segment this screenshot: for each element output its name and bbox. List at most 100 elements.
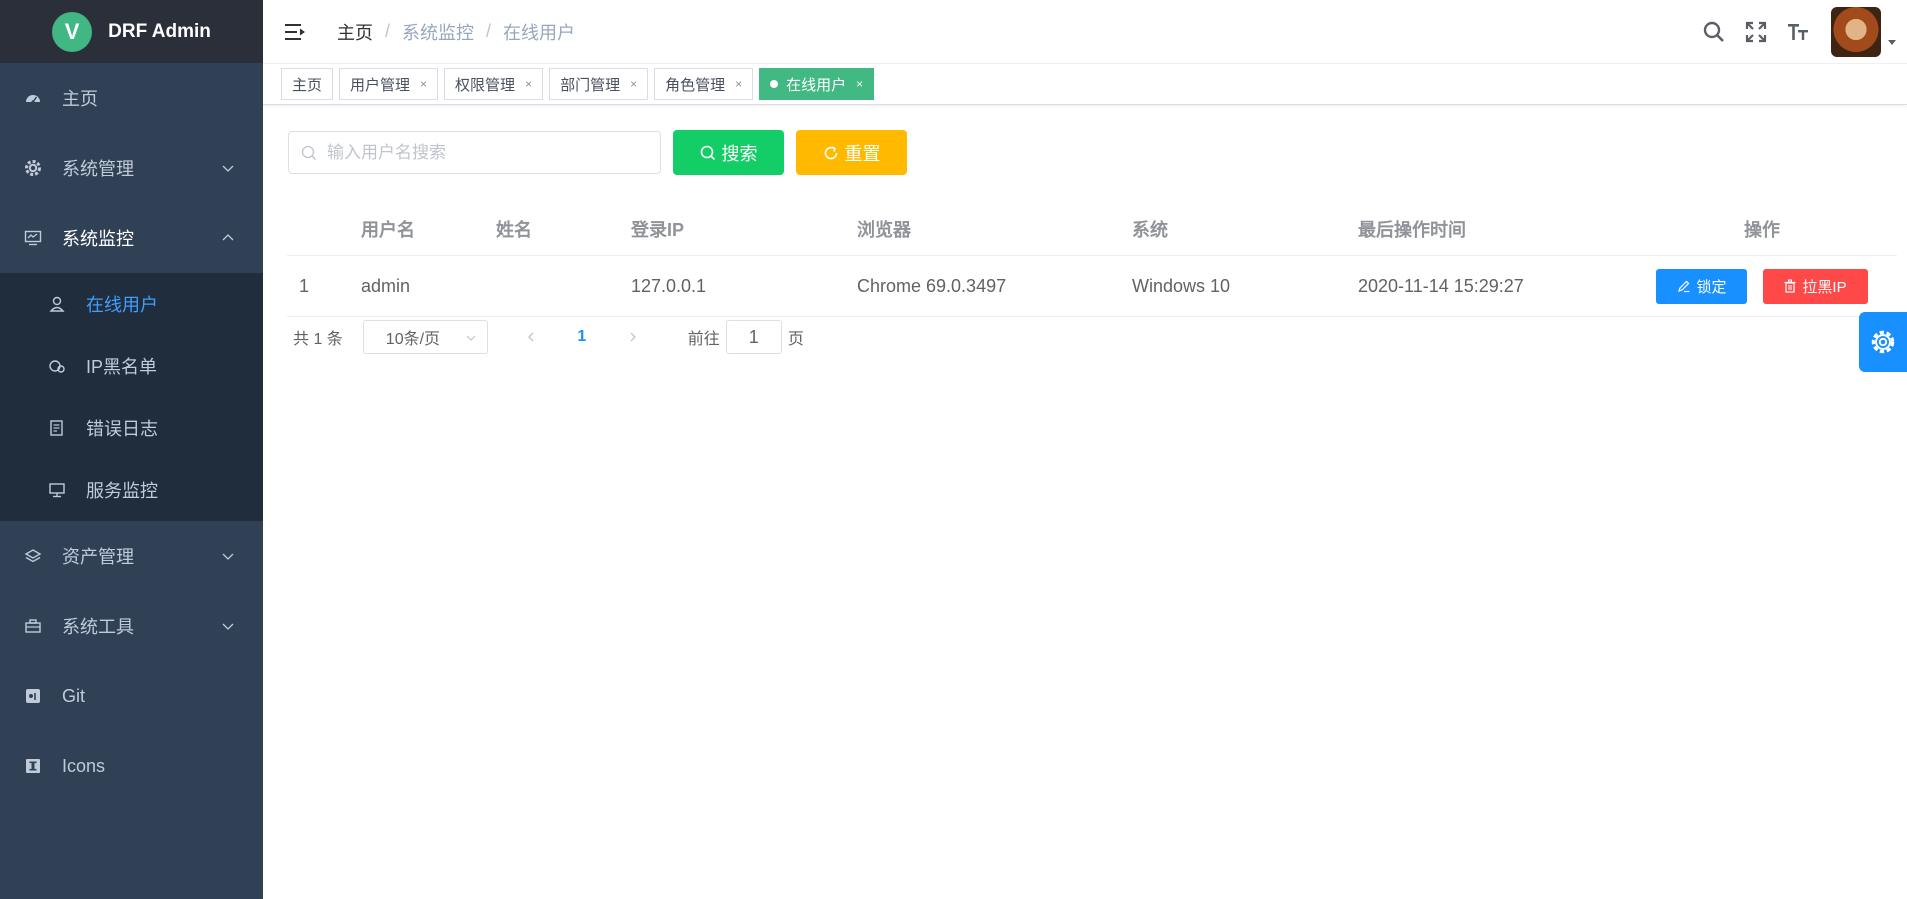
dashboard-icon <box>24 89 42 107</box>
breadcrumb-item-home[interactable]: 主页 <box>337 19 373 45</box>
font-size-icon[interactable] <box>1785 19 1811 45</box>
submenu-system-monitor: 在线用户 IP黑名单 错误日志 服务监控 <box>0 273 263 521</box>
breadcrumb-separator: / <box>486 21 492 41</box>
search-icon[interactable] <box>1701 19 1727 45</box>
sidebar-item-server-monitor[interactable]: 服务监控 <box>0 459 263 521</box>
chevron-down-icon <box>222 623 234 630</box>
close-icon[interactable]: × <box>630 77 637 91</box>
active-dot-icon <box>770 80 779 88</box>
sidebar-item-icons[interactable]: Icons <box>0 731 263 801</box>
gear-icon <box>24 159 42 177</box>
navbar-right <box>1685 0 1897 63</box>
cell-actions: 锁定 拉黑IP <box>1627 255 1897 317</box>
tag-department-management[interactable]: 部门管理 × <box>549 68 649 100</box>
chevron-up-icon <box>222 234 234 241</box>
navbar: 主页 / 系统监控 / 在线用户 <box>263 0 1907 64</box>
sidebar-item-error-log[interactable]: 错误日志 <box>0 397 263 459</box>
toolbox-icon <box>24 617 42 635</box>
search-button[interactable]: 搜索 <box>673 130 784 175</box>
search-field <box>288 131 661 174</box>
chevron-down-icon <box>222 553 234 560</box>
error-log-icon <box>48 419 66 437</box>
page-size-value: 10条/页 <box>385 331 441 348</box>
tag-permission-management[interactable]: 权限管理 × <box>444 68 544 100</box>
sidebar-item-online-users[interactable]: 在线用户 <box>0 273 263 335</box>
cell-last-operation-time: 2020-11-14 15:29:27 <box>1358 255 1627 317</box>
reset-button[interactable]: 重置 <box>796 130 907 175</box>
column-header-actions: 操作 <box>1627 203 1897 256</box>
cell-os: Windows 10 <box>1132 255 1358 317</box>
sidebar-item-label: 错误日志 <box>86 419 158 439</box>
main-area: 主页 / 系统监控 / 在线用户 主页 用户管理 × 权限管理 × 部门管理 ×… <box>263 0 1907 899</box>
search-input[interactable] <box>325 141 629 164</box>
page-size-select[interactable]: 10条/页 <box>362 320 488 354</box>
logo-badge: V <box>52 11 93 52</box>
goto-prefix: 前往 <box>687 331 720 348</box>
search-toolbar: 搜索 重置 <box>288 130 907 175</box>
fullscreen-icon[interactable] <box>1743 19 1769 45</box>
settings-button[interactable] <box>1859 312 1907 372</box>
sidebar-item-label: 主页 <box>62 89 98 109</box>
tag-home[interactable]: 主页 <box>281 68 334 100</box>
pagination: 共 1 条 10条/页 1 前往 页 <box>293 320 804 354</box>
hamburger-icon[interactable] <box>283 20 307 44</box>
sidebar-item-system-management[interactable]: 系统管理 <box>0 133 263 203</box>
sidebar-item-label: 资产管理 <box>62 547 134 567</box>
close-icon[interactable]: × <box>856 77 863 91</box>
search-icon <box>700 145 715 160</box>
goto-page-input[interactable] <box>725 320 782 354</box>
blacklist-ip-button-label: 拉黑IP <box>1802 278 1847 296</box>
tag-label: 主页 <box>292 76 323 94</box>
cell-index: 1 <box>287 255 361 317</box>
ip-blacklist-icon <box>48 357 66 375</box>
avatar[interactable] <box>1831 6 1881 57</box>
sidebar-item-label: 服务监控 <box>86 481 158 501</box>
sidebar-item-label: 系统工具 <box>62 617 134 637</box>
sidebar-item-asset-management[interactable]: 资产管理 <box>0 521 263 591</box>
column-header-index <box>287 203 361 256</box>
pagination-total: 共 1 条 <box>293 331 343 348</box>
sidebar-item-ip-blacklist[interactable]: IP黑名单 <box>0 335 263 397</box>
server-monitor-icon <box>48 481 66 499</box>
close-icon[interactable]: × <box>420 77 427 91</box>
blacklist-ip-button[interactable]: 拉黑IP <box>1762 268 1868 304</box>
chevron-down-icon <box>222 165 234 172</box>
tag-label: 在线用户 <box>786 76 847 94</box>
sidebar: V DRF Admin 主页 系统管理 系统监控 在线用户 IP黑名单 错误日志… <box>0 0 263 899</box>
sidebar-item-home[interactable]: 主页 <box>0 63 263 133</box>
sidebar-item-system-monitor[interactable]: 系统监控 <box>0 203 263 273</box>
lock-button[interactable]: 锁定 <box>1656 268 1748 304</box>
page-number-current[interactable]: 1 <box>562 328 602 346</box>
sidebar-item-git[interactable]: Git <box>0 661 263 731</box>
prev-page-button[interactable] <box>516 331 546 343</box>
monitor-icon <box>24 229 42 247</box>
close-icon[interactable]: × <box>525 77 532 91</box>
breadcrumb-separator: / <box>385 21 391 41</box>
chevron-right-icon <box>630 332 636 342</box>
search-button-label: 搜索 <box>721 143 758 164</box>
close-icon[interactable]: × <box>735 77 742 91</box>
tag-user-management[interactable]: 用户管理 × <box>339 68 439 100</box>
table-header-row: 用户名 姓名 登录IP 浏览器 系统 最后操作时间 操作 <box>287 203 1897 256</box>
column-header-last-operation-time: 最后操作时间 <box>1358 203 1627 256</box>
icons-icon <box>24 757 42 775</box>
tag-online-users[interactable]: 在线用户 × <box>759 68 875 100</box>
tag-role-management[interactable]: 角色管理 × <box>654 68 754 100</box>
next-page-button[interactable] <box>618 331 648 343</box>
tag-label: 角色管理 <box>665 76 726 94</box>
breadcrumb: 主页 / 系统监控 / 在线用户 <box>337 19 575 45</box>
logo[interactable]: V DRF Admin <box>0 0 263 63</box>
caret-down-icon[interactable] <box>1887 37 1897 47</box>
breadcrumb-item-online-users: 在线用户 <box>503 22 576 43</box>
sidebar-item-system-tools[interactable]: 系统工具 <box>0 591 263 661</box>
tags-view: 主页 用户管理 × 权限管理 × 部门管理 × 角色管理 × 在线用户 × <box>263 64 1907 105</box>
gear-icon <box>1871 330 1895 354</box>
lock-button-label: 锁定 <box>1696 278 1727 296</box>
breadcrumb-item-system-monitor[interactable]: 系统监控 <box>402 19 474 45</box>
column-header-os: 系统 <box>1132 203 1358 256</box>
pagination-goto: 前往 页 <box>688 320 804 354</box>
edit-icon <box>1678 280 1690 293</box>
online-user-icon <box>48 295 66 313</box>
column-header-username: 用户名 <box>361 203 496 256</box>
tag-label: 权限管理 <box>455 76 516 94</box>
